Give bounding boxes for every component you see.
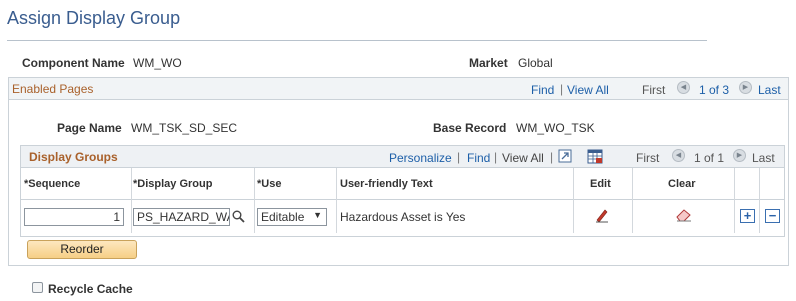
component-name-label: Component Name: [22, 56, 125, 70]
grid-last-label: Last: [752, 151, 775, 165]
circle-left-arrow-icon[interactable]: ◀: [677, 81, 690, 94]
delete-row-button[interactable]: −: [765, 209, 780, 223]
display-groups-title: Display Groups: [29, 150, 118, 164]
base-record-label: Base Record: [433, 121, 507, 135]
grid-view-all-link[interactable]: View All: [502, 151, 544, 165]
display-group-input[interactable]: PS_HAZARD_WAM: [133, 208, 230, 226]
eraser-icon[interactable]: [675, 208, 693, 225]
spreadsheet-icon[interactable]: [587, 149, 603, 167]
table-row: 1 PS_HAZARD_WAM Editable ▼ Hazardous Ass…: [21, 201, 784, 232]
col-header-sequence[interactable]: *Sequence: [24, 178, 80, 190]
market-value: Global: [518, 56, 553, 70]
separator: |: [457, 150, 461, 164]
chevron-down-icon: ▼: [313, 210, 322, 220]
personalize-link[interactable]: Personalize: [389, 151, 452, 165]
enabled-pages-title: Enabled Pages: [12, 82, 94, 96]
zoom-grid-icon[interactable]: [558, 149, 572, 166]
base-record-value: WM_WO_TSK: [516, 121, 595, 135]
col-header-use[interactable]: *Use: [257, 178, 281, 190]
grid-find-link[interactable]: Find: [467, 151, 490, 165]
enabled-pages-find-link[interactable]: Find: [531, 83, 554, 97]
grid-column-header-row: *Sequence *Display Group *Use User-frien…: [21, 168, 784, 200]
circle-right-arrow-icon[interactable]: ▶: [739, 81, 752, 94]
separator: |: [494, 150, 498, 164]
page-name-label: Page Name: [57, 121, 122, 135]
page-title: Assign Display Group: [7, 8, 181, 28]
col-header-clear: Clear: [668, 178, 696, 190]
sequence-input[interactable]: 1: [24, 208, 124, 226]
separator: |: [550, 150, 554, 164]
page-name-value: WM_TSK_SD_SEC: [131, 121, 238, 135]
friendly-text-value: Hazardous Asset is Yes: [340, 210, 466, 224]
magnifier-icon[interactable]: [232, 210, 245, 226]
title-divider: [7, 40, 707, 41]
add-row-button[interactable]: +: [740, 209, 755, 223]
reorder-button[interactable]: Reorder: [27, 240, 137, 259]
circle-right-arrow-icon[interactable]: ▶: [733, 149, 746, 162]
circle-left-arrow-icon[interactable]: ◀: [672, 149, 685, 162]
use-select-value: Editable: [261, 210, 305, 224]
grid-range: 1 of 1: [694, 151, 725, 165]
col-header-friendly-text[interactable]: User-friendly Text: [340, 178, 433, 190]
display-groups-header: Display Groups Personalize | Find | View…: [21, 146, 784, 168]
recycle-cache-checkbox[interactable]: [32, 282, 43, 293]
grid-first-label: First: [636, 151, 660, 165]
use-select[interactable]: Editable ▼: [257, 208, 327, 226]
col-header-edit: Edit: [590, 178, 611, 190]
enabled-pages-range: 1 of 3: [699, 83, 730, 97]
recycle-cache-label: Recycle Cache: [48, 282, 133, 296]
enabled-pages-view-all-link[interactable]: View All: [567, 83, 609, 97]
enabled-pages-last-link[interactable]: Last: [758, 83, 781, 97]
pencil-icon[interactable]: [594, 207, 610, 226]
market-label: Market: [469, 56, 508, 70]
col-header-display-group[interactable]: *Display Group: [133, 178, 212, 190]
enabled-pages-header: Enabled Pages Find | View All First ◀ 1 …: [9, 78, 788, 100]
component-name-value: WM_WO: [133, 56, 182, 70]
separator: |: [560, 82, 564, 96]
enabled-pages-first-label: First: [642, 83, 666, 97]
